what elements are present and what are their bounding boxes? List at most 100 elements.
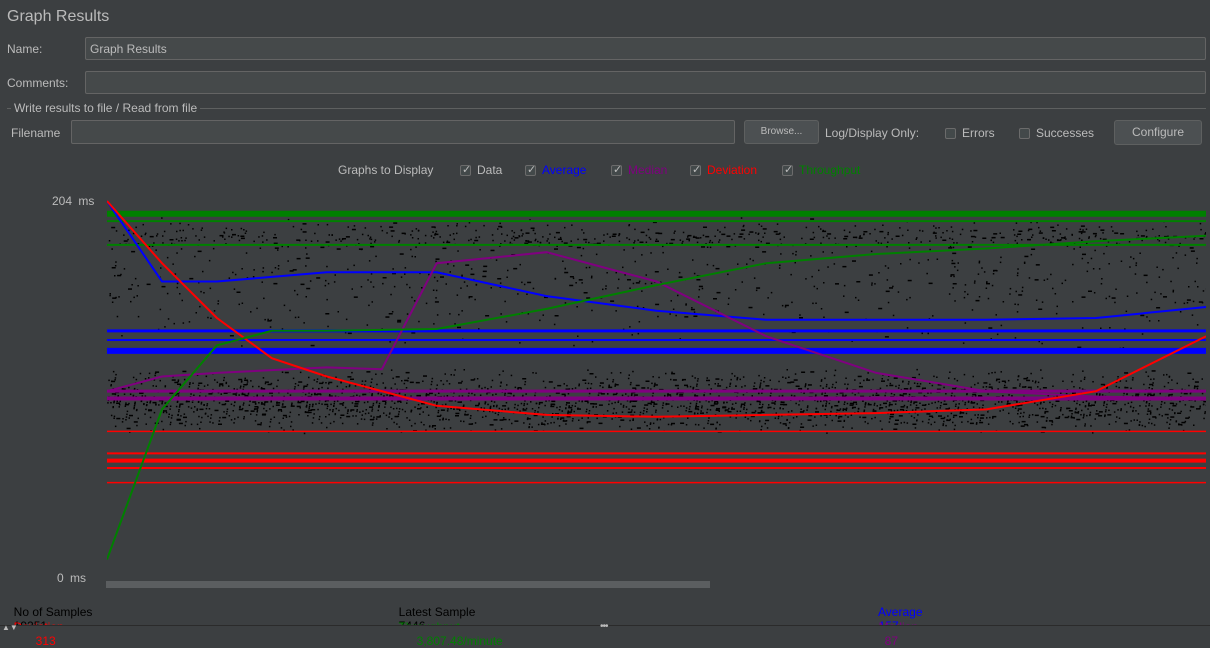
data-point (1199, 406, 1201, 408)
data-point (1205, 411, 1207, 413)
data-point (201, 402, 203, 404)
data-point (1203, 401, 1206, 403)
data-point (1107, 414, 1111, 416)
errors-checkbox[interactable]: Errors (945, 126, 995, 140)
data-point (1118, 387, 1120, 389)
data-point (189, 384, 191, 386)
data-point (613, 234, 617, 236)
data-point (1032, 380, 1034, 382)
data-point (328, 382, 332, 384)
throughput-checkbox-box[interactable] (782, 165, 793, 176)
data-point (554, 248, 558, 250)
data-point (783, 404, 785, 406)
data-point (674, 231, 676, 233)
data-point (275, 247, 279, 249)
data-point (347, 409, 349, 411)
data-point (231, 404, 233, 406)
data-point (500, 313, 502, 315)
filename-field[interactable] (71, 120, 735, 144)
average-checkbox-box[interactable] (525, 165, 536, 176)
data-point (376, 418, 378, 420)
data-point (353, 265, 355, 267)
average-checkbox[interactable]: Average (525, 163, 586, 177)
comments-field[interactable] (85, 71, 1206, 94)
data-point (949, 408, 951, 410)
errors-checkbox-box[interactable] (945, 128, 956, 139)
data-point (485, 416, 487, 418)
data-point (532, 408, 534, 410)
data-point (964, 297, 966, 299)
collapse-arrows-icon[interactable]: ▲▼ (2, 623, 18, 632)
data-point (847, 416, 849, 418)
data-point (539, 402, 541, 404)
data-point (163, 410, 167, 412)
data-point (1024, 262, 1026, 264)
data-point (520, 264, 522, 266)
data-point (583, 248, 585, 250)
data-point (1200, 238, 1204, 240)
data-point (1139, 405, 1141, 407)
data-point (1015, 337, 1017, 339)
data-point (632, 406, 636, 408)
name-field[interactable] (85, 37, 1206, 60)
data-point (957, 380, 959, 382)
data-point (441, 409, 445, 411)
data-point (1166, 374, 1168, 376)
data-point (935, 402, 937, 404)
median-checkbox[interactable]: Median (611, 163, 667, 177)
deviation-checkbox-box[interactable] (690, 165, 701, 176)
successes-checkbox[interactable]: Successes (1019, 126, 1094, 140)
median-checkbox-box[interactable] (611, 165, 622, 176)
successes-checkbox-box[interactable] (1019, 128, 1030, 139)
data-point (361, 418, 363, 420)
data-point (842, 266, 846, 268)
data-point (758, 224, 760, 226)
data-point (1043, 238, 1045, 240)
data-point (780, 407, 782, 409)
data-point (210, 318, 212, 320)
data-point (1095, 402, 1097, 404)
data-point (708, 384, 710, 386)
splitter-grip-icon[interactable]: ••• (600, 621, 608, 632)
throughput-checkbox[interactable]: Throughput (782, 163, 860, 177)
data-point (447, 395, 449, 397)
browse-button[interactable]: Browse... (744, 120, 819, 144)
deviation-checkbox[interactable]: Deviation (690, 163, 757, 177)
data-point (686, 407, 688, 409)
data-point (943, 387, 945, 389)
data-point (359, 411, 361, 413)
data-point (184, 413, 186, 415)
data-point (587, 388, 589, 390)
data-point (924, 395, 926, 397)
data-point (555, 278, 557, 280)
data-point (843, 410, 845, 412)
graph-scrollbar[interactable] (106, 581, 710, 588)
data-point (1055, 293, 1057, 295)
data-point (979, 407, 981, 409)
data-point (346, 319, 348, 321)
data-point (843, 408, 845, 410)
data-point (1132, 379, 1134, 381)
data-point (867, 423, 869, 425)
data-point (432, 231, 434, 233)
data-point (902, 235, 904, 237)
data-point (894, 410, 896, 412)
data-point (910, 388, 912, 390)
data-point (1023, 412, 1024, 414)
data-point (692, 259, 694, 261)
data-point (1171, 394, 1173, 396)
data-point (185, 421, 187, 423)
data-point (874, 417, 876, 419)
y-axis-min-value: 0 (57, 571, 64, 585)
data-point (263, 377, 265, 379)
data-point (1112, 230, 1114, 232)
data-point (988, 423, 990, 425)
configure-button[interactable]: Configure (1114, 120, 1202, 145)
data-checkbox-box[interactable] (460, 165, 471, 176)
data-checkbox[interactable]: Data (460, 163, 502, 177)
data-point (401, 380, 403, 382)
data-point (247, 383, 249, 385)
data-point (507, 235, 509, 237)
data-point (623, 406, 625, 408)
data-point (942, 425, 944, 427)
